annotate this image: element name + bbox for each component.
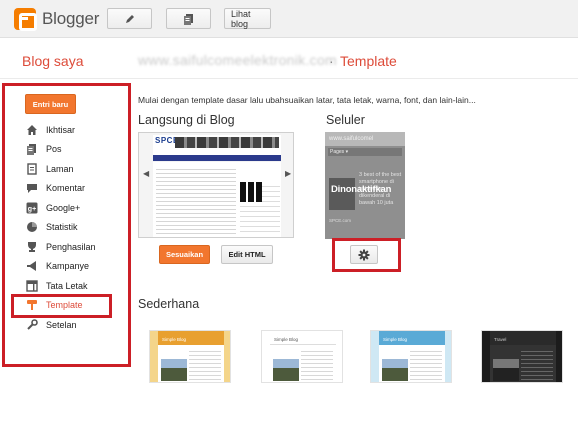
sidebar-item-label: Tata Letak: [46, 280, 88, 291]
sidebar-item-ikhtisar[interactable]: Ikhtisar: [25, 120, 125, 140]
posts-icon: [25, 142, 39, 156]
thumb-photo: [273, 359, 299, 381]
preview-next-icon: ▶: [285, 169, 292, 178]
sidebar-item-tata-letak[interactable]: Tata Letak: [25, 276, 125, 296]
sidebar-item-pos[interactable]: Pos: [25, 140, 125, 160]
sidebar-item-laman[interactable]: Laman: [25, 159, 125, 179]
layout-icon: [25, 279, 39, 293]
thumb-text-lines: [189, 348, 221, 380]
thumb-body: [158, 345, 224, 382]
blogger-logo[interactable]: Blogger: [14, 8, 100, 31]
simple-section-title: Sederhana: [138, 297, 200, 311]
sidebar-item-label: Setelan: [46, 319, 77, 330]
sidebar-item-label: Penghasilan: [46, 241, 96, 252]
blogger-logo-icon: [14, 8, 37, 31]
posts-list-button[interactable]: [166, 8, 211, 29]
sidebar-item-kampanye[interactable]: Kampanye: [25, 257, 125, 277]
page-title: Template: [340, 53, 397, 69]
preview-prev-icon: ◀: [143, 169, 150, 178]
template-thumb-simple-blue[interactable]: Simple Blog: [370, 330, 452, 383]
home-icon: [25, 123, 39, 137]
sidebar-item-label: Laman: [46, 163, 74, 174]
thumb-body: [379, 345, 445, 382]
mobile-pages-menu: Pages ▾: [328, 148, 402, 156]
mobile-footer-text: SPCE.com: [329, 218, 352, 223]
thumb-text-lines: [410, 348, 442, 380]
thumb-body: [270, 345, 336, 382]
sidebar-item-statistik[interactable]: Statistik: [25, 218, 125, 238]
sidebar-item-label: Komentar: [46, 183, 86, 194]
mobile-disabled-overlay: Dinonaktifkan: [331, 184, 392, 195]
customize-button[interactable]: Sesuaikan: [159, 245, 210, 264]
sidebar-item-label: Statistik: [46, 222, 78, 233]
new-post-button[interactable]: Entri baru: [25, 94, 76, 114]
preview-header: SPCE: [153, 135, 281, 155]
new-post-pencil-button[interactable]: [107, 8, 152, 29]
sidebar-item-label: Pos: [46, 144, 62, 155]
template-thumb-simple-orange[interactable]: Simple Blog: [149, 330, 231, 383]
edit-html-button[interactable]: Edit HTML: [221, 245, 273, 264]
earnings-icon: [25, 240, 39, 254]
thumb-photo: [493, 359, 519, 381]
thumb-photo: [161, 359, 187, 381]
my-blogs-link[interactable]: Blog saya: [22, 53, 83, 69]
mobile-section-title: Seluler: [326, 113, 365, 127]
thumb-label: Simple Blog: [383, 337, 408, 342]
intro-text: Mulai dengan template dasar lalu ubahsua…: [138, 95, 476, 105]
template-thumb-travel[interactable]: Travel: [481, 330, 563, 383]
preview-nav-bar: [153, 155, 281, 161]
sidebar-item-label: Kampanye: [46, 261, 90, 272]
mobile-settings-button[interactable]: [350, 245, 378, 264]
gear-icon: [358, 249, 370, 260]
sidebar-item-label: Google+: [46, 202, 81, 213]
wrench-icon: [25, 318, 39, 332]
pages-icon: [25, 162, 39, 176]
sidebar-item-label: Ikhtisar: [46, 124, 76, 135]
campaign-icon: [25, 259, 39, 273]
template-thumb-simple-white[interactable]: Simple Blog: [261, 330, 343, 383]
svg-text:g+: g+: [28, 206, 36, 213]
live-blog-preview[interactable]: SPCE ◀ ▶: [138, 132, 294, 238]
view-blog-button[interactable]: Lihat blog: [224, 8, 271, 29]
app-name: Blogger: [42, 9, 100, 28]
google-plus-icon: g+: [25, 201, 39, 215]
comment-icon: [25, 181, 39, 195]
pencil-icon: [125, 14, 134, 23]
preview-thumbnails: [240, 182, 262, 202]
live-section-title: Langsung di Blog: [138, 113, 235, 127]
thumb-label: Simple Blog: [162, 337, 187, 342]
breadcrumb-separator: ·: [329, 53, 334, 69]
posts-icon: [183, 13, 193, 25]
thumb-text-lines: [521, 348, 553, 380]
thumb-photo: [382, 359, 408, 381]
preview-body: [153, 162, 281, 237]
blog-url[interactable]: www.saifulcomeelektronik.com: [138, 52, 337, 68]
top-bar: Blogger Lihat blog: [0, 0, 578, 38]
template-highlight-frame: [11, 294, 112, 318]
preview-banner-strip: [175, 137, 279, 148]
sidebar-item-komentar[interactable]: Komentar: [25, 179, 125, 199]
thumb-body: [490, 345, 556, 382]
mobile-url: www.saifulcomel: [325, 132, 405, 146]
sidebar-item-penghasilan[interactable]: Penghasilan: [25, 237, 125, 257]
sidebar-item-google-plus[interactable]: g+ Google+: [25, 198, 125, 218]
thumb-text-lines: [301, 348, 333, 380]
stats-icon: [25, 220, 39, 234]
mobile-preview[interactable]: www.saifulcomel Pages ▾ 3 best of the be…: [325, 132, 405, 239]
thumb-label: Simple Blog: [274, 337, 299, 342]
thumb-label: Travel: [494, 337, 507, 342]
view-blog-label: Lihat blog: [231, 8, 251, 29]
preview-post-lines: [156, 166, 236, 236]
header-divider: [0, 78, 578, 79]
